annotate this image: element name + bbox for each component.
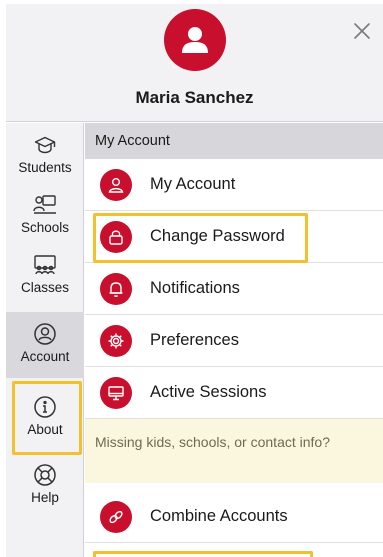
about-highlight-frame [12,381,82,455]
avatar [164,9,226,71]
close-button[interactable] [351,20,373,42]
menu-row-label: Active Sessions [150,383,267,401]
sidebar-nav: Students Schools Classes Account About H… [6,123,84,557]
bottom-highlight-frame [93,551,313,557]
menu-row-label: My Account [150,175,236,193]
menu-row-active-sessions[interactable]: Active Sessions [85,367,383,419]
menu-row-combine-accounts[interactable]: Combine Accounts [85,491,383,543]
link-icon [100,500,132,533]
school-icon [33,193,57,217]
bell-icon [100,272,132,305]
graduation-cap-icon [33,133,57,157]
lifebuoy-icon [33,463,57,487]
missing-info-notice[interactable]: Missing kids, schools, or contact info? [85,419,383,483]
account-menu-panel: Maria Sanchez Students Schools Classes A… [6,4,383,557]
sidebar-item-label: Schools [20,220,70,235]
person-icon [100,168,132,201]
menu-row-notifications[interactable]: Notifications [85,263,383,315]
change-password-highlight-frame [93,213,308,263]
sidebar-item-students[interactable]: Students [6,133,84,175]
section-header: My Account [85,123,383,159]
menu-row-preferences[interactable]: Preferences [85,315,383,367]
menu-row-label: Combine Accounts [150,507,288,525]
sidebar-item-schools[interactable]: Schools [6,193,84,235]
menu-row-label: Notifications [150,279,240,297]
sidebar-item-label: Students [18,160,72,175]
profile-header: Maria Sanchez [6,4,383,122]
sidebar-item-classes[interactable]: Classes [6,253,84,295]
account-icon [33,322,57,346]
sidebar-item-label: Classes [20,280,69,295]
user-name: Maria Sanchez [135,88,254,107]
gear-icon [100,324,132,357]
account-menu: My Account My Account Change Password No… [85,123,383,557]
monitor-icon [100,376,132,409]
sidebar-item-label: Account [20,349,70,364]
sidebar-item-help[interactable]: Help [6,463,84,505]
menu-row-label: Preferences [150,331,239,349]
classroom-icon [33,253,57,277]
close-icon [354,23,370,39]
user-silhouette-icon [182,27,208,53]
menu-row-my-account[interactable]: My Account [85,159,383,211]
sidebar-item-label: Help [31,490,59,505]
sidebar-item-account[interactable]: Account [6,312,84,378]
